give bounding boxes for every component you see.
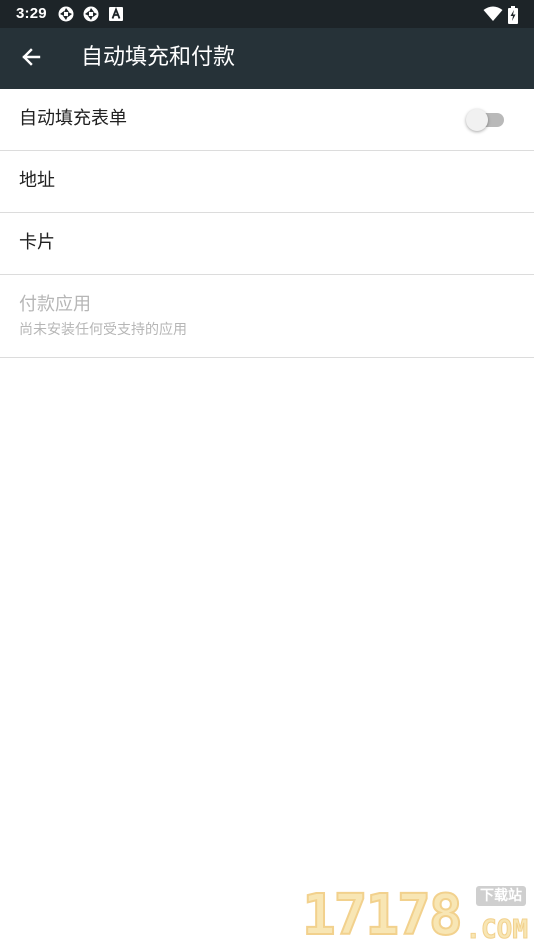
watermark-digits: 17178 <box>301 883 464 948</box>
payment-apps-label: 付款应用 <box>19 294 91 315</box>
status-time: 3:29 <box>16 5 47 22</box>
settings-list: 自动填充表单 地址 卡片 付款应用 尚未安装任何受支持的应用 <box>0 89 534 358</box>
app-bar: 自动填充和付款 <box>0 28 534 89</box>
autofill-forms-label: 自动填充表单 <box>19 108 127 129</box>
cards-row[interactable]: 卡片 <box>0 213 534 275</box>
battery-charging-icon <box>507 6 519 24</box>
toggle-thumb <box>466 109 488 131</box>
payment-apps-row: 付款应用 尚未安装任何受支持的应用 <box>0 275 534 358</box>
autofill-forms-toggle[interactable] <box>466 109 504 131</box>
aperture-icon <box>83 6 99 22</box>
aperture-icon <box>58 6 74 22</box>
addresses-label: 地址 <box>19 170 55 191</box>
addresses-row[interactable]: 地址 <box>0 151 534 213</box>
watermark-logo: 17178 下载站 .COM <box>301 883 529 948</box>
back-button[interactable] <box>12 40 50 78</box>
status-bar: 3:29 <box>0 0 534 28</box>
arrow-left-icon <box>21 47 41 71</box>
font-a-icon <box>109 6 125 22</box>
cards-label: 卡片 <box>19 232 55 253</box>
page-title: 自动填充和付款 <box>81 45 236 70</box>
wifi-icon <box>483 6 503 22</box>
autofill-forms-row[interactable]: 自动填充表单 <box>0 89 534 151</box>
watermark-suffix: .COM <box>465 915 529 945</box>
payment-apps-summary: 尚未安装任何受支持的应用 <box>19 322 187 338</box>
watermark-badge: 下载站 <box>476 886 526 906</box>
